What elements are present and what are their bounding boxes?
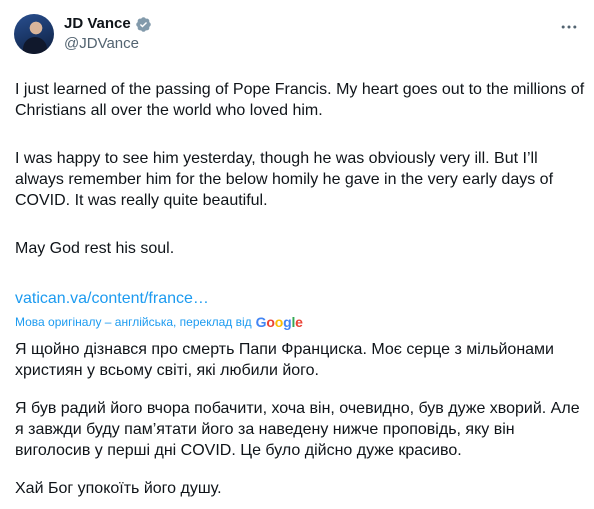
post: JD Vance @JDVance I just learned of the … xyxy=(0,0,594,509)
google-logo: Google xyxy=(255,314,303,330)
translated-paragraph: Я щойно дізнався про смерть Папи Францис… xyxy=(15,341,554,379)
post-paragraph: I was happy to see him yesterday, though… xyxy=(15,150,554,209)
handle[interactable]: @JDVance xyxy=(64,34,152,54)
verified-badge-icon xyxy=(135,16,152,33)
post-header: JD Vance @JDVance xyxy=(14,12,152,56)
more-horizontal-icon[interactable] xyxy=(558,16,580,38)
name-row: JD Vance xyxy=(64,14,152,34)
translated-paragraph: Хай Бог упокоїть його душу. xyxy=(15,480,222,497)
display-name[interactable]: JD Vance xyxy=(64,14,131,34)
post-paragraph: May God rest his soul. xyxy=(15,240,175,257)
translated-paragraph: Я був радий його вчора побачити, хоча ві… xyxy=(15,400,580,459)
translation-notice[interactable]: Мова оригіналу – англійська, переклад ві… xyxy=(15,314,303,330)
post-paragraph: I just learned of the passing of Pope Fr… xyxy=(15,81,585,119)
translation-notice-label: Мова оригіналу – англійська, переклад ві… xyxy=(15,315,252,329)
author-info: JD Vance @JDVance xyxy=(64,14,152,54)
post-link[interactable]: vatican.va/content/france… xyxy=(15,288,209,309)
avatar[interactable] xyxy=(14,14,54,54)
